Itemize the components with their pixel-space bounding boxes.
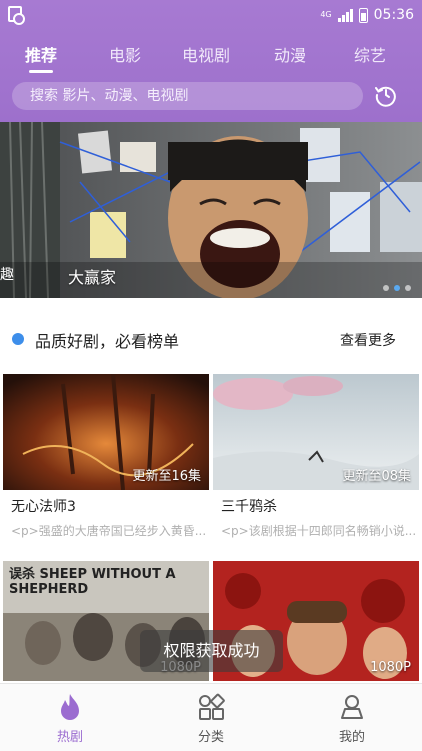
hero-banner[interactable]: 趣 大赢家 xyxy=(0,122,422,298)
card-poster: 更新至08集 xyxy=(213,374,419,490)
notification-icon xyxy=(8,6,25,25)
section-bullet-icon xyxy=(12,333,24,345)
search-input[interactable]: 搜索 影片、动漫、电视剧 xyxy=(12,82,363,110)
card-description: <p>强盛的大唐帝国已经步入黄昏... xyxy=(11,524,207,538)
episode-badge: 更新至08集 xyxy=(342,469,411,484)
nav-label: 分类 xyxy=(197,730,224,745)
network-type: 4G xyxy=(320,10,332,19)
prev-slide-title: 趣 xyxy=(0,267,14,283)
status-bar: 4G 05:36 xyxy=(0,0,422,30)
category-tabs: 推荐 电影 电视剧 动漫 综艺 xyxy=(0,42,422,72)
tab-tv-series[interactable]: 电视剧 xyxy=(180,42,232,72)
tab-variety[interactable]: 综艺 xyxy=(349,42,391,72)
tab-movies[interactable]: 电影 xyxy=(104,42,146,72)
flame-icon xyxy=(61,694,79,720)
quality-badge: 1080P xyxy=(370,660,411,675)
nav-hot-dramas[interactable]: 热剧 xyxy=(0,684,140,751)
card-poster: 更新至16集 xyxy=(3,374,209,490)
grid-icon xyxy=(199,693,225,720)
banner-image xyxy=(0,122,422,298)
card-title: 无心法师3 xyxy=(11,499,76,515)
toast-message: 权限获取成功 xyxy=(140,630,283,672)
nav-categories[interactable]: 分类 xyxy=(141,684,281,751)
profile-icon xyxy=(341,695,363,719)
banner-title: 大赢家 xyxy=(68,268,117,287)
battery-icon xyxy=(358,7,368,23)
see-more-link[interactable]: 查看更多 xyxy=(340,330,396,350)
poster-title-text: 误杀 SHEEP WITHOUT A SHEPHERD xyxy=(9,567,176,597)
section-header: 品质好剧，必看榜单 查看更多 xyxy=(0,310,422,351)
carousel-dot-active[interactable] xyxy=(394,285,400,291)
carousel-dot[interactable] xyxy=(405,285,411,291)
active-tab-indicator xyxy=(29,70,53,73)
tab-anime[interactable]: 动漫 xyxy=(269,42,311,72)
bottom-navigation: 热剧 分类 我的 xyxy=(0,683,422,751)
carousel-indicators xyxy=(383,285,411,291)
clock-time: 05:36 xyxy=(373,7,414,23)
top-header: 4G 05:36 推荐 电影 电视剧 动漫 综艺 搜索 影片、动漫、电视剧 xyxy=(0,0,422,122)
card-title: 三千鸦杀 xyxy=(221,499,277,515)
nav-label: 热剧 xyxy=(56,730,83,745)
status-indicators: 4G 05:36 xyxy=(320,6,414,24)
history-clock-icon[interactable] xyxy=(374,83,398,107)
drama-card[interactable]: 更新至08集 三千鸦杀 <p>该剧根据十四郎同名畅销小说... xyxy=(213,374,419,550)
episode-badge: 更新至16集 xyxy=(132,469,201,484)
tab-recommend[interactable]: 推荐 xyxy=(20,42,62,72)
card-description: <p>该剧根据十四郎同名畅销小说... xyxy=(221,524,417,538)
section-title: 品质好剧，必看榜单 xyxy=(35,332,180,351)
nav-label: 我的 xyxy=(338,730,365,745)
carousel-dot[interactable] xyxy=(383,285,389,291)
nav-profile[interactable]: 我的 xyxy=(282,684,422,751)
drama-card[interactable]: 更新至16集 无心法师3 <p>强盛的大唐帝国已经步入黄昏... xyxy=(3,374,209,550)
signal-icon xyxy=(337,8,353,22)
